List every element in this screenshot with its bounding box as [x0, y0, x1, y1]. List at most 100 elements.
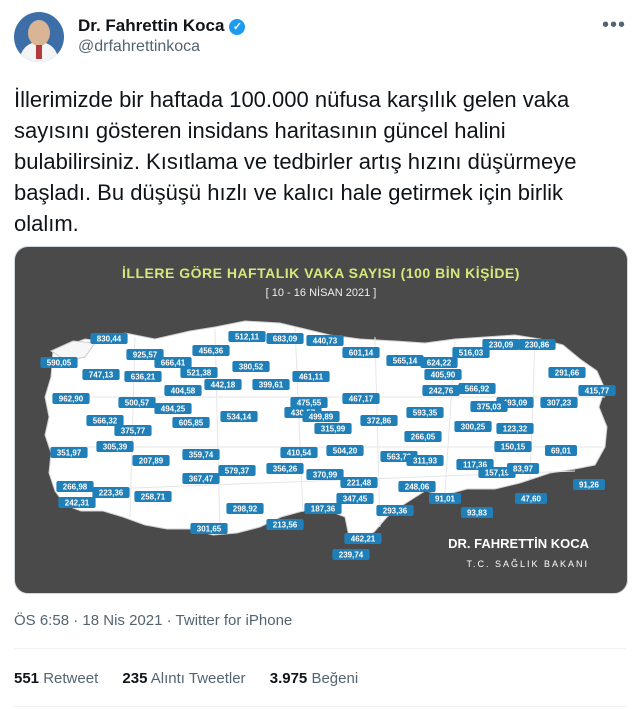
province-value: 91,26 — [579, 481, 600, 490]
province-value: 415,77 — [585, 387, 610, 396]
meta-separator: · — [166, 612, 172, 629]
province-value: 150,15 — [501, 443, 526, 452]
divider — [14, 648, 626, 649]
tweet-stats: 551 Retweet 235 Alıntı Tweetler 3.975 Be… — [14, 670, 378, 687]
province-value: 372,86 — [367, 417, 392, 426]
province-value: 462,21 — [351, 535, 376, 544]
province-value: 590,05 — [47, 359, 72, 368]
province-value: 593,35 — [413, 409, 438, 418]
province-value: 356,26 — [273, 465, 298, 474]
province-value: 300,25 — [461, 423, 486, 432]
tweet-text: İllerimizde bir haftada 100.000 nüfusa k… — [14, 87, 577, 236]
province-value: 187,36 — [311, 505, 336, 514]
province-value: 467,17 — [349, 395, 374, 404]
province-value: 305,39 — [103, 443, 128, 452]
province-value: 747,13 — [89, 371, 114, 380]
province-value: 475,55 — [297, 399, 322, 408]
province-value: 442,18 — [211, 381, 236, 390]
author-handle[interactable]: @drfahrettinkoca — [78, 38, 200, 56]
province-value: 315,99 — [321, 425, 346, 434]
province-value: 636,21 — [131, 373, 156, 382]
tweet-header: Dr. Fahrettin Koca ✓ @drfahrettinkoca ••• — [14, 12, 626, 64]
province-value: 925,57 — [133, 351, 158, 360]
province-value: 461,11 — [299, 373, 324, 382]
province-value: 605,85 — [179, 419, 204, 428]
province-value: 221,48 — [347, 479, 372, 488]
province-value: 375,03 — [477, 403, 502, 412]
province-value: 266,98 — [63, 483, 88, 492]
province-value: 307,23 — [547, 399, 572, 408]
province-value: 565,14 — [393, 357, 418, 366]
province-value: 351,97 — [57, 449, 82, 458]
province-value: 91,01 — [435, 495, 456, 504]
province-value: 516,03 — [459, 349, 484, 358]
province-value: 399,61 — [259, 381, 284, 390]
province-value: 69,01 — [551, 447, 572, 456]
province-value: 359,74 — [189, 451, 214, 460]
province-value: 404,58 — [171, 387, 196, 396]
province-value: 230,09 — [489, 341, 514, 350]
province-value: 367,47 — [189, 475, 214, 484]
more-options-icon[interactable]: ••• — [602, 14, 626, 37]
map-image[interactable]: 830,44 925,57 590,05 747,13 636,21 666,41 456,… — [14, 246, 628, 594]
province-value: 683,09 — [273, 335, 298, 344]
province-value: 601,14 — [349, 349, 374, 358]
province-value: 380,52 — [239, 363, 264, 372]
province-value: 534,14 — [227, 413, 252, 422]
avatar[interactable] — [14, 12, 64, 62]
province-value: 239,74 — [339, 551, 364, 560]
tweet-meta: ÖS 6:58 · 18 Nis 2021 · Twitter for iPho… — [14, 612, 292, 629]
province-value: 566,32 — [93, 417, 118, 426]
province-value: 207,89 — [139, 457, 164, 466]
province-value: 291,66 — [555, 369, 580, 378]
divider — [14, 706, 626, 707]
province-value: 242,76 — [429, 387, 454, 396]
province-value: 83,97 — [513, 465, 534, 474]
retweets-stat[interactable]: 551 Retweet — [14, 670, 98, 687]
province-value: 301,65 — [197, 525, 222, 534]
province-value: 521,38 — [187, 369, 212, 378]
tweet-time-link[interactable]: ÖS 6:58 · 18 Nis 2021 — [14, 612, 162, 629]
province-value: 579,37 — [225, 467, 250, 476]
province-value: 410,54 — [287, 449, 312, 458]
province-value: 47,60 — [521, 495, 542, 504]
province-value: 830,44 — [97, 335, 122, 344]
province-value: 375,77 — [121, 427, 146, 436]
province-value: 500,57 — [125, 399, 150, 408]
province-value: 962,90 — [59, 395, 84, 404]
quotes-stat[interactable]: 235 Alıntı Tweetler — [122, 670, 245, 687]
province-value: 258,71 — [141, 493, 166, 502]
map-signature: DR. FAHRETTİN KOCA — [448, 536, 589, 551]
province-value: 230,86 — [525, 341, 550, 350]
province-value: 504,20 — [333, 447, 358, 456]
province-value: 512,11 — [235, 333, 260, 342]
province-value: 248,06 — [405, 483, 430, 492]
province-value: 298,92 — [233, 505, 258, 514]
province-value: 93,83 — [467, 509, 488, 518]
province-value: 347,45 — [343, 495, 368, 504]
likes-stat[interactable]: 3.975 Beğeni — [270, 670, 358, 687]
province-value: 157,19 — [485, 469, 510, 478]
province-value: 311,93 — [413, 457, 438, 466]
province-value: 293,36 — [383, 507, 408, 516]
map-dates: [ 10 - 16 NİSAN 2021 ] — [265, 287, 377, 299]
province-value: 624,22 — [427, 359, 452, 368]
map-title: İLLERE GÖRE HAFTALIK VAKA SAYISI (100 Bİ… — [122, 265, 520, 281]
verified-badge-icon: ✓ — [229, 19, 246, 35]
province-value: 566,92 — [465, 385, 490, 394]
map-signature-sub: T.C. SAĞLIK BAKANI — [466, 559, 589, 569]
province-value: 405,90 — [431, 371, 456, 380]
province-value: 266,05 — [411, 433, 436, 442]
province-value: 213,56 — [273, 521, 298, 530]
tweet-source-link[interactable]: Twitter for iPhone — [176, 612, 293, 629]
province-value: 499,89 — [309, 413, 334, 422]
province-value: 242,31 — [65, 499, 90, 508]
province-value: 440,73 — [313, 337, 338, 346]
province-value: 223,36 — [99, 489, 124, 498]
province-value: 123,32 — [503, 425, 528, 434]
province-value: 370,99 — [313, 471, 338, 480]
province-value: 494,25 — [161, 405, 186, 414]
province-value: 456,36 — [199, 347, 224, 356]
author-name[interactable]: Dr. Fahrettin Koca ✓ — [78, 16, 246, 36]
province-value: 666,41 — [161, 359, 186, 368]
